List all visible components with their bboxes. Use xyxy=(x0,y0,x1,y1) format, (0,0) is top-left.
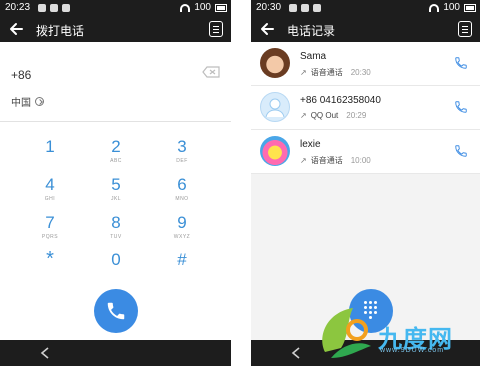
key-star[interactable]: * xyxy=(25,248,75,270)
key-digit: 9 xyxy=(177,213,187,232)
key-letters: DEF xyxy=(176,158,188,164)
divider xyxy=(0,121,231,122)
battery-icon xyxy=(215,3,227,12)
call-log-list: Sama ↗ 语音通话 20:30 +86 04162358040 ↗ QQ O… xyxy=(251,42,480,174)
key-letters xyxy=(25,158,75,164)
key-digit: 6 xyxy=(177,175,187,194)
key-digit: 8 xyxy=(111,213,121,232)
outgoing-call-icon: ↗ xyxy=(300,111,307,120)
call-time: 20:29 xyxy=(346,111,367,120)
call-details: ↗ QQ Out 20:29 xyxy=(300,111,366,120)
key-letters: GHI xyxy=(44,196,56,202)
key-digit: 0 xyxy=(111,250,121,269)
watermark-url: www.9DUW.com xyxy=(380,347,445,354)
qq-notification-icon xyxy=(289,4,297,12)
key-2[interactable]: 2 ABC xyxy=(91,137,141,165)
chevron-right-icon xyxy=(35,97,44,106)
key-5[interactable]: 5 JKL xyxy=(91,175,141,203)
call-details: ↗ 语音通话 20:30 xyxy=(300,67,371,78)
key-letters: ABC xyxy=(110,158,122,164)
status-bar: 20:30 100 xyxy=(251,0,480,16)
call-log-item[interactable]: +86 04162358040 ↗ QQ Out 20:29 xyxy=(251,86,480,130)
call-button[interactable] xyxy=(94,289,138,333)
key-8[interactable]: 8 TUV xyxy=(91,213,141,241)
dialer-screen: 20:23 100 拨打电话 +86 中国 1 2 ABC 3 DEF 4 GHI 5… xyxy=(0,0,231,366)
key-4[interactable]: 4 GHI xyxy=(25,175,75,203)
phone-icon xyxy=(107,302,125,320)
dialpad-menu-icon[interactable] xyxy=(209,21,223,37)
key-letters: PQRS xyxy=(41,234,59,240)
key-hash[interactable]: # xyxy=(157,251,207,269)
nav-bar xyxy=(0,340,231,366)
key-digit: 7 xyxy=(45,213,55,232)
call-type: 语音通话 xyxy=(310,68,343,77)
call-time: 10:00 xyxy=(350,156,371,165)
status-time: 20:30 xyxy=(256,2,282,13)
image-notification-icon xyxy=(301,4,309,12)
contact-name: lexie xyxy=(300,139,321,150)
page-title: 电话记录 xyxy=(287,24,336,38)
default-avatar-icon xyxy=(265,98,285,118)
outgoing-call-icon: ↗ xyxy=(300,68,307,77)
contact-name: +86 04162358040 xyxy=(300,95,381,106)
region-selector[interactable]: 中国 xyxy=(11,94,44,109)
key-letters: WXYZ xyxy=(173,234,191,240)
key-0[interactable]: 0 xyxy=(91,251,141,269)
key-digit: 2 xyxy=(111,137,121,156)
back-arrow-icon[interactable] xyxy=(7,20,25,38)
avatar xyxy=(260,48,290,78)
key-7[interactable]: 7 PQRS xyxy=(25,213,75,241)
key-digit: 5 xyxy=(111,175,121,194)
region-label: 中国 xyxy=(11,98,31,109)
phone-icon[interactable] xyxy=(454,144,468,158)
notification-icons xyxy=(38,4,74,15)
key-letters: MNO xyxy=(175,196,189,202)
outgoing-call-icon: ↗ xyxy=(300,156,307,165)
key-digit: 1 xyxy=(45,137,55,156)
key-3[interactable]: 3 DEF xyxy=(157,137,207,165)
title-bar: 电话记录 xyxy=(251,16,480,42)
check-notification-icon xyxy=(313,4,321,12)
battery-level: 100 xyxy=(194,2,211,13)
title-bar: 拨打电话 xyxy=(0,16,231,42)
key-digit: 3 xyxy=(177,137,187,156)
battery-icon xyxy=(464,3,476,12)
key-digit: # xyxy=(177,250,187,269)
avatar xyxy=(260,92,290,122)
check-notification-icon xyxy=(62,4,70,12)
nav-back-icon[interactable] xyxy=(291,347,301,359)
dialpad-menu-icon[interactable] xyxy=(458,21,472,37)
call-details: ↗ 语音通话 10:00 xyxy=(300,155,371,166)
call-log-item[interactable]: lexie ↗ 语音通话 10:00 xyxy=(251,130,480,174)
call-type: QQ Out xyxy=(310,111,339,120)
battery-level: 100 xyxy=(443,2,460,13)
image-notification-icon xyxy=(50,4,58,12)
page-title: 拨打电话 xyxy=(36,24,85,38)
notification-icons xyxy=(289,4,325,15)
wifi-icon xyxy=(180,3,191,12)
phone-icon[interactable] xyxy=(454,56,468,70)
contact-name: Sama xyxy=(300,51,327,62)
key-6[interactable]: 6 MNO xyxy=(157,175,207,203)
backspace-icon[interactable] xyxy=(202,66,220,78)
back-arrow-icon[interactable] xyxy=(258,20,276,38)
call-type: 语音通话 xyxy=(310,156,343,165)
status-time: 20:23 xyxy=(5,2,31,13)
wifi-icon xyxy=(429,3,440,12)
call-log-item[interactable]: Sama ↗ 语音通话 20:30 xyxy=(251,42,480,86)
key-digit: 4 xyxy=(45,175,55,194)
key-letters: JKL xyxy=(110,196,122,202)
phone-icon[interactable] xyxy=(454,100,468,114)
avatar xyxy=(260,136,290,166)
key-letters: TUV xyxy=(110,234,122,240)
qq-notification-icon xyxy=(38,4,46,12)
key-digit: * xyxy=(46,248,54,270)
phone-number-input[interactable]: +86 xyxy=(11,68,31,82)
status-bar: 20:23 100 xyxy=(0,0,231,16)
nav-back-icon[interactable] xyxy=(40,347,50,359)
key-9[interactable]: 9 WXYZ xyxy=(157,213,207,241)
key-1[interactable]: 1 xyxy=(25,138,75,164)
call-time: 20:30 xyxy=(350,68,371,77)
